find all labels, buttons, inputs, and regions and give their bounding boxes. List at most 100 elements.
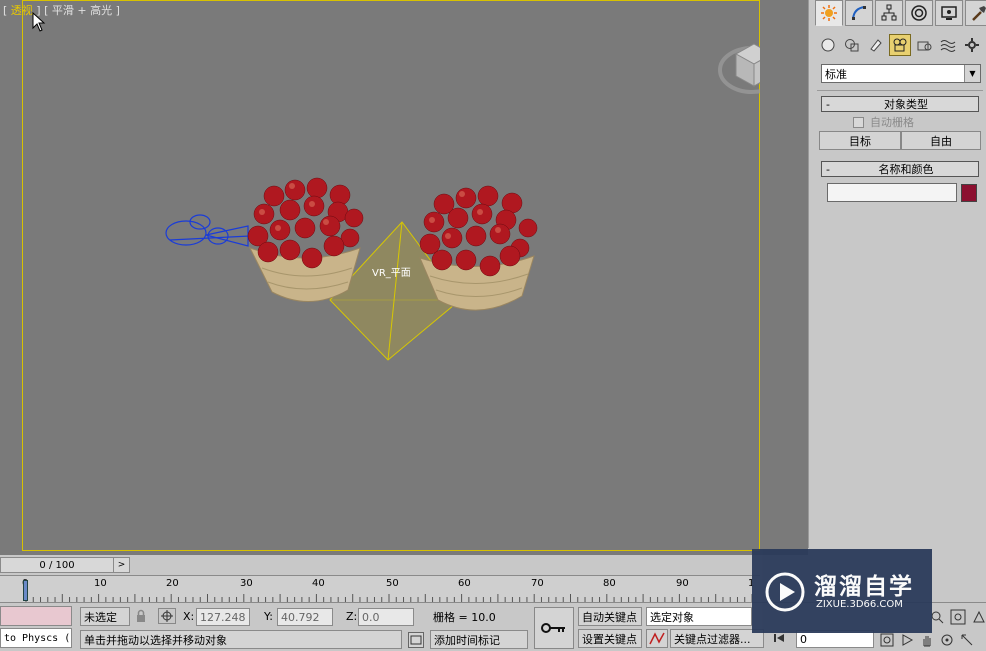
auto-grid-checkbox[interactable] — [853, 116, 864, 128]
tick-label: 40 — [312, 578, 325, 589]
track-bar-ticks — [25, 594, 753, 602]
geometry-icon — [821, 38, 835, 52]
pan-hand-icon[interactable] — [920, 633, 934, 647]
command-panel-tabs — [815, 0, 986, 26]
maxscript-listener[interactable]: to Physcs ( — [0, 628, 72, 648]
tick-label: 80 — [603, 578, 616, 589]
key-selection-dropdown[interactable]: 选定对象 — [646, 607, 752, 626]
vr-plane-label: VR_平面 — [372, 268, 411, 279]
collapse-icon: - — [826, 162, 830, 176]
utilities-tab[interactable] — [965, 0, 986, 26]
z-coordinate-field[interactable]: 0.0 — [358, 608, 414, 626]
category-dropdown[interactable]: 标准 ▼ — [821, 64, 981, 83]
utilities-icon — [972, 6, 986, 21]
helpers-icon — [917, 41, 932, 51]
command-panel: 标准 ▼ - 对象类型 自动栅格 目标 自由 - 名称和颜色 — [808, 0, 986, 548]
shapes-subtab[interactable] — [841, 34, 863, 56]
field-of-view-icon[interactable] — [972, 610, 986, 624]
category-dropdown-value: 标准 — [825, 67, 847, 81]
add-time-tag-button[interactable]: 添加时间标记 — [430, 630, 528, 649]
object-color-swatch[interactable] — [961, 184, 977, 202]
grid-size-display: 栅格 = 10.0 — [433, 610, 496, 624]
systems-subtab[interactable] — [961, 34, 983, 56]
camera-object[interactable] — [165, 214, 251, 247]
name-color-title: 名称和颜色 — [878, 163, 934, 176]
apple-basket-left[interactable] — [247, 177, 364, 302]
helpers-subtab[interactable] — [913, 34, 935, 56]
watermark-title: 溜溜自学 — [814, 574, 914, 600]
absolute-mode-toggle[interactable] — [158, 608, 176, 624]
create-tab[interactable] — [815, 0, 843, 26]
curve-icon — [649, 632, 665, 645]
display-tab[interactable] — [935, 0, 963, 26]
cameras-subtab[interactable] — [889, 34, 911, 56]
create-subcategories — [817, 34, 983, 56]
time-slider-label: 0 / 100 — [39, 559, 75, 571]
tick-label: 70 — [531, 578, 544, 589]
next-frame-button[interactable]: > — [113, 558, 129, 572]
target-camera-button[interactable]: 目标 — [819, 131, 901, 150]
lights-subtab[interactable] — [865, 34, 887, 56]
selection-info: 未选定 — [80, 607, 130, 626]
shapes-icon — [845, 39, 859, 52]
set-key-big-button[interactable] — [534, 607, 574, 649]
play-icon[interactable] — [900, 633, 914, 647]
tick-label: 90 — [676, 578, 689, 589]
hierarchy-tab[interactable] — [875, 0, 903, 26]
zoom-all-icon[interactable] — [950, 609, 966, 625]
modify-tab[interactable] — [845, 0, 873, 26]
tick-label: 10 — [94, 578, 107, 589]
collapse-icon: - — [826, 97, 830, 111]
set-key-button[interactable]: 设置关键点 — [578, 629, 642, 648]
tick-label: 30 — [240, 578, 253, 589]
zoom-extents-icon[interactable] — [880, 633, 894, 647]
y-label: Y: — [264, 610, 273, 623]
maxscript-listener-top[interactable] — [0, 606, 72, 626]
tick-label: 20 — [166, 578, 179, 589]
prompt-line: 单击并拖动以选择并移动对象 — [80, 630, 402, 649]
lock-selection-button[interactable] — [134, 609, 148, 626]
display-icon — [941, 6, 957, 20]
spacewarps-icon — [940, 40, 956, 52]
x-coordinate-field[interactable]: 127.248 — [196, 608, 250, 626]
lock-icon — [137, 609, 145, 622]
spacewarps-subtab[interactable] — [937, 34, 959, 56]
maximize-viewport-icon[interactable] — [960, 633, 974, 647]
create-icon — [821, 5, 837, 21]
geometry-subtab[interactable] — [817, 34, 839, 56]
x-label: X: — [183, 610, 195, 623]
apple-basket-right[interactable] — [419, 185, 538, 311]
key-mode-button[interactable] — [646, 629, 668, 648]
z-label: Z: — [346, 610, 358, 623]
viewport-margin — [760, 0, 808, 555]
time-tag-icon — [410, 635, 422, 645]
go-to-start-icon — [774, 634, 784, 642]
free-camera-button[interactable]: 自由 — [901, 131, 981, 150]
viewport-navigation-controls — [880, 630, 984, 650]
lights-icon — [870, 39, 882, 52]
motion-tab[interactable] — [905, 0, 933, 26]
3dsmax-window: [ 透视 ] [ 平滑 + 高光 ] VR_平面 标准 ▼ - 对象类型 自动栅… — [0, 0, 986, 651]
perspective-viewport[interactable]: [ 透视 ] [ 平滑 + 高光 ] VR_平面 — [0, 0, 808, 555]
key-filters-button[interactable]: 关键点过滤器... — [670, 629, 764, 648]
name-color-rollout-header[interactable]: - 名称和颜色 — [821, 161, 979, 177]
time-tag-button[interactable] — [408, 632, 424, 648]
time-slider[interactable]: 0 / 100 > — [0, 557, 130, 573]
chevron-down-icon[interactable]: ▼ — [964, 65, 980, 82]
panel-divider — [817, 90, 983, 91]
auto-grid-option: 自动栅格 — [853, 114, 914, 130]
track-bar[interactable]: 0 10 20 30 40 50 60 70 80 90 1 — [0, 575, 760, 602]
object-type-rollout-header[interactable]: - 对象类型 — [821, 96, 979, 112]
hierarchy-icon — [881, 4, 897, 21]
key-icon — [541, 623, 565, 633]
systems-icon — [965, 38, 979, 52]
y-coordinate-field[interactable]: 40.792 — [277, 608, 333, 626]
cameras-icon — [893, 38, 907, 52]
tick-label: 60 — [458, 578, 471, 589]
auto-key-button[interactable]: 自动关键点 — [578, 607, 642, 626]
current-frame-marker[interactable] — [23, 580, 28, 601]
zoom-icon[interactable] — [930, 610, 944, 624]
object-name-input[interactable] — [827, 183, 957, 202]
orbit-icon[interactable] — [940, 633, 954, 647]
go-to-start-button[interactable] — [772, 631, 792, 647]
